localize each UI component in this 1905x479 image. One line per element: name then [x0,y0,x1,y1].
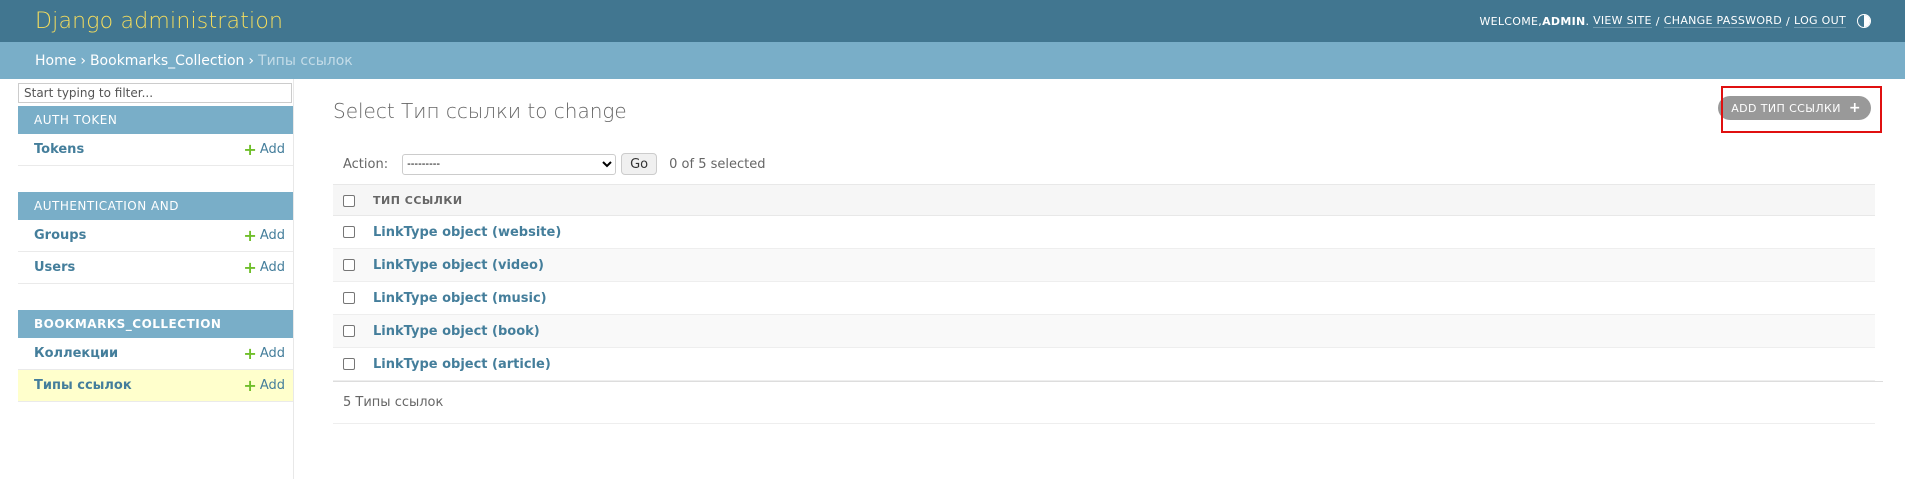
results-table: Тип ссылки LinkType object (website) Lin… [333,184,1875,381]
add-label: Add [259,260,285,275]
header: Django administration WELCOME, ADMIN . V… [0,0,1905,42]
plus-icon: + [243,225,257,245]
add-label: Add [259,228,285,243]
module-caption[interactable]: Auth Token [18,106,293,134]
add-label: Add [259,346,285,361]
module-bookmarks-collection: Bookmarks_Collection Коллекции + Add Типы… [18,310,293,402]
content: Select Тип ссылки to change Add Тип ссыл… [294,79,1905,479]
add-label: Add [259,378,285,393]
action-label: Action: [343,156,389,172]
welcome-period: . [1585,14,1590,28]
row-link[interactable]: LinkType object (book) [373,324,540,339]
log-out-link[interactable]: LOG OUT [1794,14,1846,28]
site-brand-link[interactable]: Django administration [35,9,283,34]
column-header-label: Тип ссылки [373,193,463,207]
breadcrumb: Home › Bookmarks_Collection › Типы ссыло… [0,42,1905,79]
module-auth-token: Auth Token Tokens + Add [18,106,293,166]
theme-toggle-icon[interactable] [1857,14,1871,28]
add-collections-link[interactable]: + Add [243,343,285,363]
breadcrumb-separator: › [248,52,255,69]
sidebar-item-users: Users + Add [18,252,293,284]
table-row: LinkType object (music) [333,281,1875,315]
row-checkbox[interactable] [343,292,355,304]
separator: / [1786,14,1791,28]
module-caption[interactable]: Bookmarks_Collection [18,310,293,338]
sidebar-item-tokens: Tokens + Add [18,134,293,166]
row-link[interactable]: LinkType object (video) [373,258,544,273]
separator: / [1655,14,1660,28]
change-password-link[interactable]: CHANGE PASSWORD [1663,14,1783,28]
paginator: 5 Типы ссылок [333,382,1875,424]
row-checkbox[interactable] [343,358,355,370]
model-link-groups[interactable]: Groups [34,228,86,243]
action-select[interactable]: --------- [402,153,617,175]
table-row: LinkType object (website) [333,215,1875,249]
breadcrumb-current: Типы ссылок [258,52,353,69]
model-link-link-types[interactable]: Типы ссылок [34,378,132,393]
table-row: LinkType object (article) [333,347,1875,381]
module-authentication: Authentication and Authorization Groups … [18,192,293,284]
add-link-types-link[interactable]: + Add [243,375,285,395]
add-button-label: Add Тип ссылки [1731,101,1841,115]
row-checkbox[interactable] [343,226,355,238]
plus-icon: + [243,343,257,363]
row-cell: LinkType object (music) [373,281,1875,315]
model-link-tokens[interactable]: Tokens [34,142,84,157]
plus-icon: + [1848,100,1861,116]
row-checkbox-cell [333,314,373,348]
actions-bar: Action: --------- Go 0 of 5 selected [333,153,1895,175]
row-checkbox[interactable] [343,259,355,271]
breadcrumb-app-link[interactable]: Bookmarks_Collection [90,53,244,69]
plus-icon: + [243,139,257,159]
add-groups-link[interactable]: + Add [243,225,285,245]
user-tools: WELCOME, ADMIN . VIEW SITE / CHANGE PASS… [1479,14,1871,28]
selection-counter: 0 of 5 selected [669,156,766,172]
page-title: Select Тип ссылки to change [333,99,627,123]
nav-filter-input[interactable] [18,83,292,103]
model-link-users[interactable]: Users [34,260,75,275]
row-checkbox-cell [333,248,373,282]
welcome-text: WELCOME, [1479,14,1543,28]
breadcrumb-home-link[interactable]: Home [35,53,76,69]
add-tokens-link[interactable]: + Add [243,139,285,159]
username: ADMIN [1542,14,1586,28]
row-cell: LinkType object (website) [373,215,1875,249]
sidebar-item-link-types: Типы ссылок + Add [18,370,293,402]
row-cell: LinkType object (article) [373,347,1875,381]
row-checkbox[interactable] [343,325,355,337]
table-header-row: Тип ссылки [333,184,1875,216]
sidebar-item-collections: Коллекции + Add [18,338,293,370]
add-link-type-button[interactable]: Add Тип ссылки + [1718,96,1871,120]
row-checkbox-cell [333,347,373,381]
row-link[interactable]: LinkType object (website) [373,225,561,240]
plus-icon: + [243,257,257,277]
table-row: LinkType object (book) [333,314,1875,348]
column-header-link-type[interactable]: Тип ссылки [373,184,1875,216]
row-cell: LinkType object (book) [373,314,1875,348]
row-link[interactable]: LinkType object (article) [373,357,551,372]
row-checkbox-cell [333,281,373,315]
model-link-collections[interactable]: Коллекции [34,346,118,361]
add-label: Add [259,142,285,157]
module-caption[interactable]: Authentication and Authorization [18,192,293,241]
go-button[interactable]: Go [621,153,658,175]
row-link[interactable]: LinkType object (music) [373,291,547,306]
row-checkbox-cell [333,215,373,249]
row-cell: LinkType object (video) [373,248,1875,282]
view-site-link[interactable]: VIEW SITE [1593,14,1652,28]
nav-sidebar: Auth Token Tokens +Add Authentication an… [18,79,294,479]
table-row: LinkType object (video) [333,248,1875,282]
select-all-cell [333,184,373,216]
breadcrumb-separator: › [80,52,86,69]
plus-icon: + [243,375,257,395]
select-all-checkbox[interactable] [343,194,355,207]
add-users-link[interactable]: + Add [243,257,285,277]
